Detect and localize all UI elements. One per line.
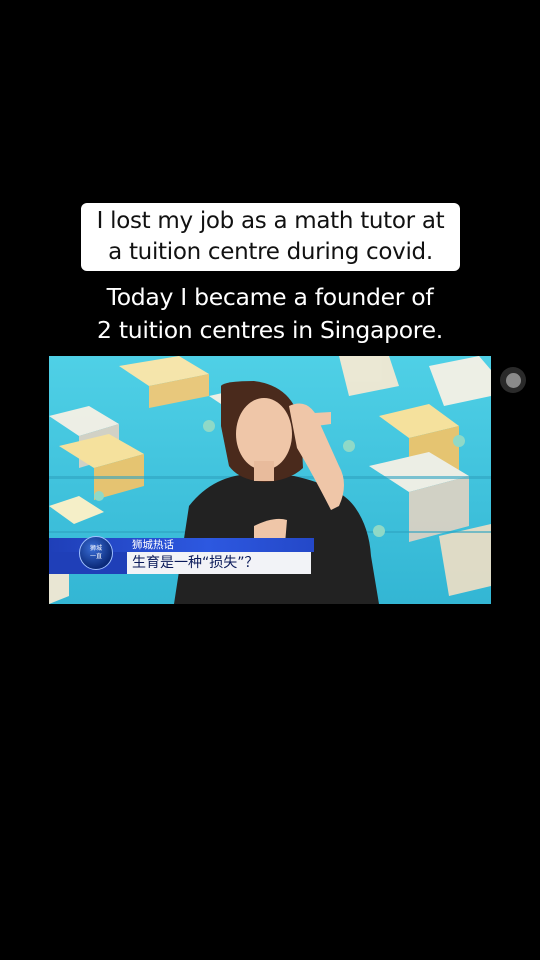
video-feed-screen: I lost my job as a math tutor at a tuiti… [0, 0, 540, 960]
program-name: 狮城热话 [132, 539, 174, 551]
video-frame[interactable]: 狮城 一直 狮城热话 生育是一种“损失”？ [49, 356, 491, 604]
channel-logo: 狮城 一直 [79, 536, 113, 570]
record-dot-icon[interactable] [500, 367, 526, 393]
headline-text: 生育是一种“损失”？ [132, 555, 259, 571]
caption-overlay-text: Today I became a founder of 2 tuition ce… [97, 283, 443, 344]
caption-box: I lost my job as a math tutor at a tuiti… [81, 203, 460, 271]
caption-top-text: I lost my job as a math tutor at a tuiti… [96, 208, 445, 265]
news-lower-third: 狮城 一直 狮城热话 生育是一种“损失”？ [49, 536, 491, 576]
